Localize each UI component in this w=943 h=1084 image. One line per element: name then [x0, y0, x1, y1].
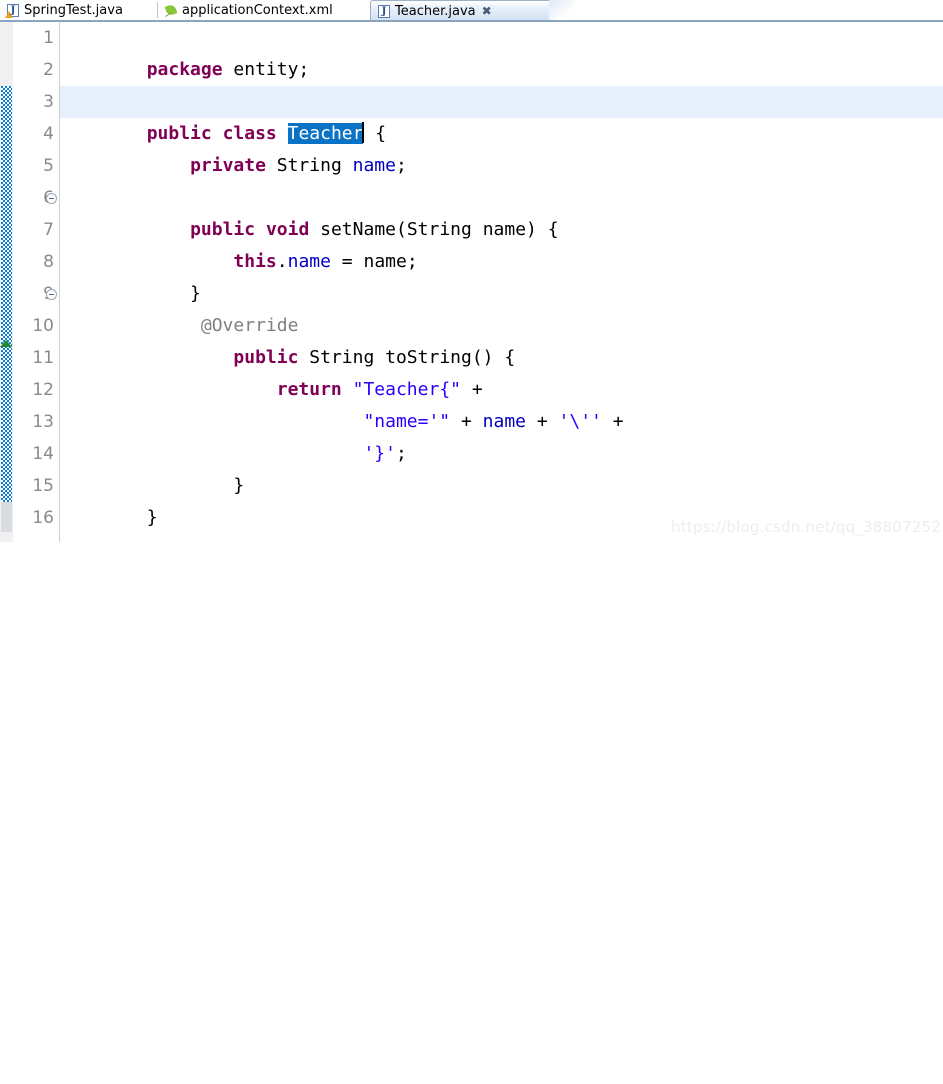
token-keyword: package: [146, 59, 223, 80]
tab-label: Teacher.java: [395, 3, 476, 19]
token-text: ;: [395, 155, 407, 176]
code-editor[interactable]: 1 2 3 4 5 6 7 8 9 10 11 12 13 14 15 16 p…: [0, 22, 943, 542]
editor-tab-bar: SpringTest.java applicationContext.xml T…: [0, 0, 943, 22]
line-number: 8: [43, 252, 54, 272]
token-char-literal: '\'': [558, 411, 602, 432]
token-operator: +: [450, 411, 483, 432]
eclipse-editor-window: SpringTest.java applicationContext.xml T…: [0, 0, 943, 542]
token-operator: +: [526, 411, 559, 432]
token-field: name: [352, 155, 396, 176]
quickdiff-tail: [1, 502, 12, 532]
code-line-8: }: [60, 246, 201, 304]
token-text: }: [146, 507, 158, 528]
code-line-10: public String toString() {: [60, 310, 515, 368]
line-number: 11: [32, 348, 54, 368]
line-number: 1: [43, 28, 54, 48]
line-number: 12: [32, 380, 54, 400]
token-text: .: [276, 251, 288, 272]
token-char-literal: '}': [363, 443, 396, 464]
code-line-7: this.name = name;: [60, 214, 417, 272]
code-line-9: @Override: [60, 278, 299, 336]
change-bar: [1, 86, 12, 502]
token-text: ;: [395, 443, 407, 464]
code-line-3: public class Teacher {: [60, 86, 386, 144]
tab-label: SpringTest.java: [24, 2, 123, 18]
token-type: String: [265, 155, 353, 176]
line-number: 2: [43, 60, 54, 80]
line-number: 14: [32, 444, 54, 464]
line-number-gutter: 1 2 3 4 5 6 7 8 9 10 11 12 13 14 15 16: [13, 22, 60, 542]
token-keyword: this: [233, 251, 277, 272]
code-line-12: "name='" + name + '\'' +: [60, 374, 623, 432]
code-line-13: '}';: [60, 406, 406, 464]
code-line-14: }: [60, 438, 244, 496]
tab-trailing-curve: [549, 0, 575, 22]
token-keyword: private: [190, 155, 266, 176]
code-line-6: public void setName(String name) {: [60, 182, 558, 240]
fold-collapse-icon[interactable]: [46, 193, 57, 204]
line-number: 15: [32, 476, 54, 496]
code-text-area[interactable]: package entity; public class Teacher { p…: [60, 22, 943, 542]
code-line-4: private String name;: [60, 118, 407, 176]
token-text: }: [146, 475, 245, 496]
line-number: 3: [43, 92, 54, 112]
tab-divider: [157, 2, 158, 18]
warning-overlay-icon: [5, 10, 13, 18]
token-text: entity;: [222, 59, 310, 80]
line-number: 16: [32, 508, 54, 528]
close-icon[interactable]: ✖: [482, 5, 492, 17]
line-number: 13: [32, 412, 54, 432]
token-field: name: [287, 251, 331, 272]
code-line-15: }: [60, 470, 158, 528]
tab-springtest-java[interactable]: SpringTest.java: [0, 0, 152, 20]
code-line-1: package entity;: [60, 22, 310, 80]
java-file-icon: [378, 4, 390, 18]
tab-label: applicationContext.xml: [182, 2, 333, 18]
tab-applicationcontext-xml[interactable]: applicationContext.xml: [157, 0, 362, 20]
java-file-warning-icon: [5, 3, 19, 18]
override-indicator-icon[interactable]: [0, 340, 12, 347]
token-text: = name;: [330, 251, 418, 272]
token-text: +: [601, 411, 624, 432]
token-field: name: [482, 411, 527, 432]
line-number: 4: [43, 124, 54, 144]
code-line-11: return "Teacher{" +: [60, 342, 483, 400]
tab-teacher-java[interactable]: Teacher.java ✖: [370, 0, 555, 21]
spring-xml-leaf-icon: [164, 4, 177, 17]
fold-collapse-icon[interactable]: [46, 289, 57, 300]
line-number: 7: [43, 220, 54, 240]
line-number: 5: [43, 156, 54, 176]
watermark-text: https://blog.csdn.net/qq_38807252: [671, 518, 941, 536]
line-number: 10: [32, 316, 54, 336]
